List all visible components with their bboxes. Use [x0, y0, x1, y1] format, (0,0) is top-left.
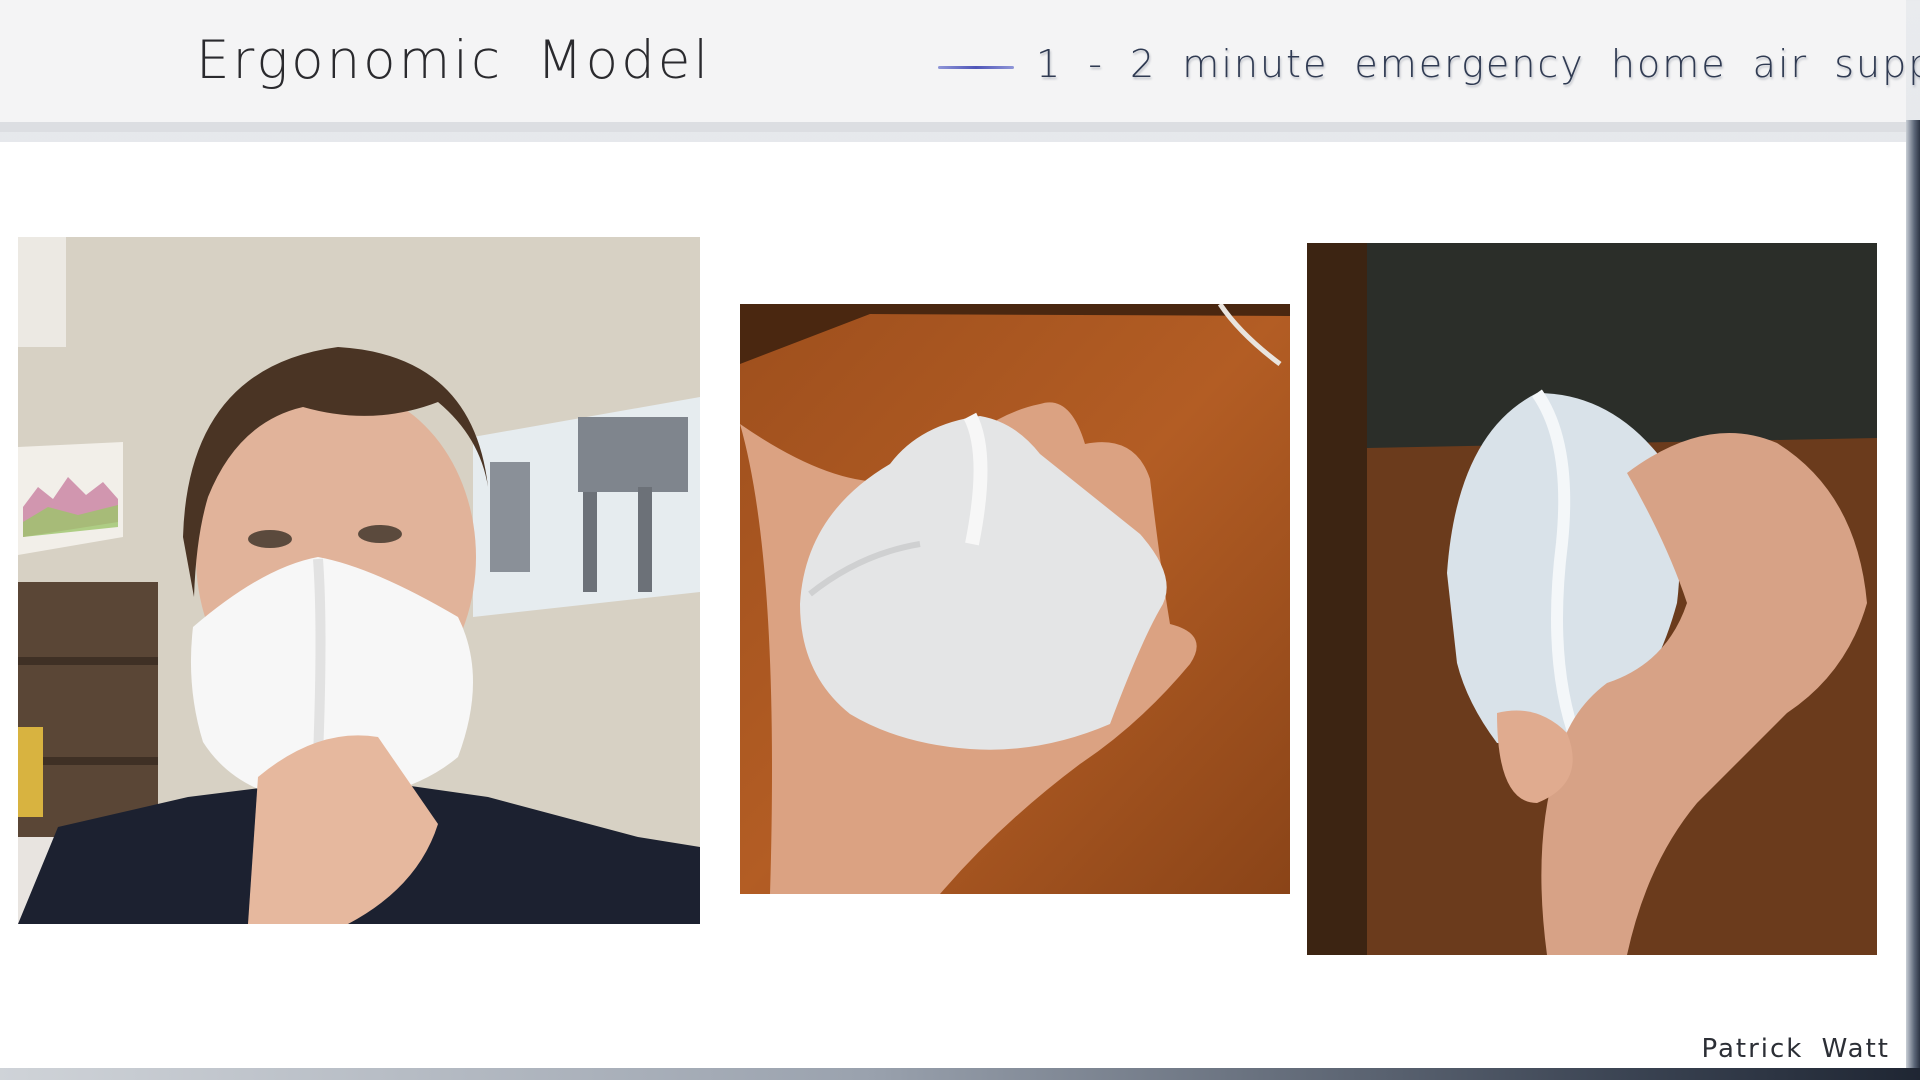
slide-header: Ergonomic Model 1 - 2 minute emergency h…: [0, 0, 1920, 132]
accent-line: [938, 66, 1014, 69]
mask-side-photo: [1307, 243, 1877, 955]
slide-edge-shadow-bottom: [0, 1068, 1920, 1080]
author-name: Patrick Watt: [1701, 1034, 1890, 1064]
slide-edge-shadow-right: [1906, 120, 1920, 1080]
slide-subtitle: 1 - 2 minute emergency home air supply: [1036, 42, 1920, 86]
photo-mask-held-in-palm: [740, 304, 1290, 894]
person-wearing-mask-photo: [18, 237, 700, 924]
photo-mask-worn-on-face: [18, 237, 700, 924]
mask-in-hand-photo: [740, 304, 1290, 894]
slide-title: Ergonomic Model: [196, 30, 712, 91]
photo-mask-side-view: [1307, 243, 1877, 955]
